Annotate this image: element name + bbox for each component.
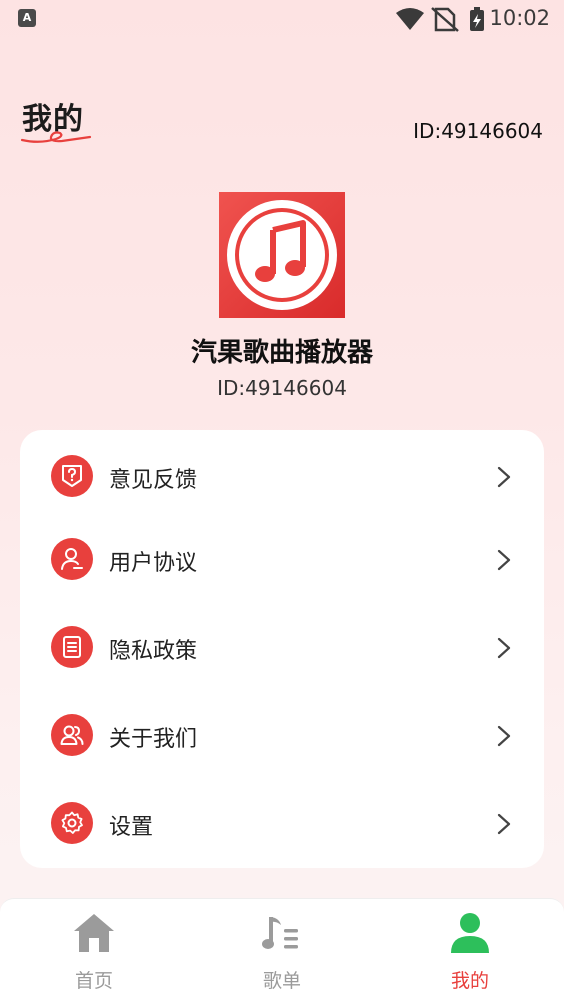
settings-gear-icon (51, 802, 93, 844)
battery-charging-icon (470, 7, 484, 31)
about-users-icon (51, 714, 93, 756)
menu-item-settings[interactable]: 设置 (20, 779, 544, 867)
chevron-right-icon (497, 725, 511, 747)
status-app-icon: A (18, 9, 36, 27)
menu-item-feedback[interactable]: 意见反馈 (20, 432, 544, 520)
app-id: ID:49146604 (217, 376, 347, 400)
bottom-nav: 首页 歌单 我的 (0, 898, 564, 1003)
chevron-right-icon (497, 813, 511, 835)
menu-label-settings: 设置 (109, 815, 154, 840)
status-bar: A 10:02 (0, 0, 564, 40)
chevron-right-icon (497, 637, 511, 659)
no-sim-icon (431, 7, 459, 32)
menu-item-privacy-policy[interactable]: 隐私政策 (20, 603, 544, 691)
menu-label-feedback: 意见反馈 (109, 468, 198, 493)
profile-icon (451, 913, 489, 953)
nav-label-playlist: 歌单 (262, 970, 301, 992)
wifi-icon (396, 8, 424, 30)
nav-label-profile: 我的 (450, 970, 489, 992)
home-icon (74, 914, 114, 952)
title-underline-swirl (20, 131, 92, 143)
settings-menu-card: 意见反馈 用户协议 隐私政策 关于我们 设置 (20, 430, 544, 868)
status-icons (396, 7, 484, 32)
menu-item-user-agreement[interactable]: 用户协议 (20, 515, 544, 603)
privacy-document-icon (51, 626, 93, 668)
nav-item-profile[interactable]: 我的 (376, 899, 564, 1003)
nav-item-home[interactable]: 首页 (0, 899, 188, 1003)
menu-label-privacy-policy: 隐私政策 (109, 639, 198, 664)
header-user-id: ID:49146604 (413, 119, 543, 143)
status-time: 10:02 (489, 6, 550, 30)
nav-label-home: 首页 (74, 970, 113, 992)
menu-label-user-agreement: 用户协议 (109, 551, 198, 576)
menu-label-about-us: 关于我们 (109, 727, 198, 752)
chevron-right-icon (497, 466, 511, 488)
menu-item-about-us[interactable]: 关于我们 (20, 691, 544, 779)
user-agreement-icon (51, 538, 93, 580)
feedback-question-icon (51, 455, 93, 497)
app-name: 汽果歌曲播放器 (190, 338, 373, 368)
chevron-right-icon (497, 549, 511, 571)
app-logo-music-icon (219, 192, 345, 318)
nav-item-playlist[interactable]: 歌单 (188, 899, 376, 1003)
playlist-icon (262, 917, 298, 949)
